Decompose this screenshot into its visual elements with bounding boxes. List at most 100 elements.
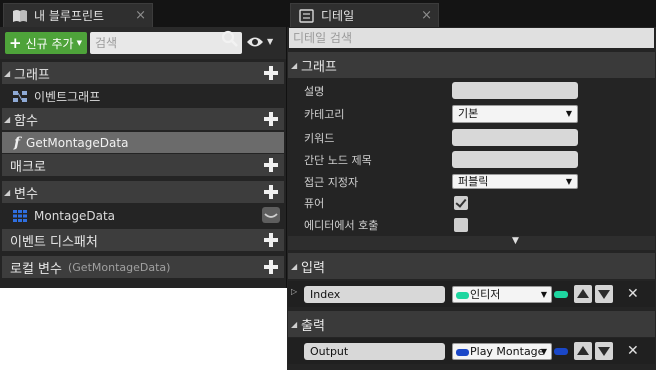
blueprint-search-input[interactable]: 검색 xyxy=(90,32,242,54)
event-dispatchers-section-header[interactable]: 이벤트 디스패처 xyxy=(2,229,284,251)
macros-section-header[interactable]: 매크로 xyxy=(2,154,284,176)
call-in-editor-label: 에디터에서 호출 xyxy=(304,219,379,232)
my-blueprint-tab[interactable]: 내 블루프린트 × xyxy=(3,3,153,27)
details-graph-section-label: 그래프 xyxy=(301,59,337,75)
category-combo[interactable]: 기본 ▼ xyxy=(452,105,578,123)
left-toolbar: + 신규 추가 ▼ 검색 ▼ xyxy=(0,27,286,59)
view-options-arrow-icon[interactable]: ▼ xyxy=(267,37,273,46)
advanced-expander[interactable]: ▼ xyxy=(288,236,655,250)
output-param-type-label: Play Montage xyxy=(470,345,545,358)
details-panel: 디테일 × 디테일 검색 ◢ 그래프 설명 카테고리 기본 ▼ 키워드 간단 노… xyxy=(287,0,656,370)
collapse-arrow-icon: ◢ xyxy=(4,68,11,78)
local-variables-scope: (GetMontageData) xyxy=(67,260,171,274)
collapse-arrow-icon: ◢ xyxy=(291,261,298,271)
output-param-type-combo[interactable]: Play Montage ▼ xyxy=(452,343,552,360)
move-up-button[interactable] xyxy=(574,342,592,360)
container-type-pill-icon[interactable] xyxy=(554,291,568,298)
add-graph-button[interactable] xyxy=(264,66,278,80)
details-graph-section-header[interactable]: ◢ 그래프 xyxy=(288,52,655,78)
my-blueprint-panel: 내 블루프린트 × + 신규 추가 ▼ 검색 ▼ ◢ 그래프 이벤트그래프 ◢ … xyxy=(0,0,287,288)
pure-label: 퓨어 xyxy=(304,197,325,210)
variables-section-header[interactable]: ◢ 변수 xyxy=(2,181,284,203)
add-new-button[interactable]: + 신규 추가 ▼ xyxy=(5,32,87,54)
keywords-row: 키워드 xyxy=(288,126,655,149)
dropdown-arrow-icon: ▼ xyxy=(540,290,547,299)
dropdown-arrow-icon: ▼ xyxy=(565,177,572,186)
close-icon[interactable]: × xyxy=(135,8,146,23)
expand-arrow-icon: ▼ xyxy=(512,236,519,246)
local-variables-section-label: 로컬 변수 xyxy=(10,261,62,277)
access-specifier-label: 접근 지정자 xyxy=(304,176,359,189)
description-label: 설명 xyxy=(304,85,325,98)
close-icon[interactable]: × xyxy=(421,8,432,23)
move-down-button[interactable] xyxy=(595,342,613,360)
left-tab-bar: 내 블루프린트 × xyxy=(0,0,287,27)
variables-section-label: 변수 xyxy=(14,186,38,202)
function-item-getmontagedata[interactable]: f GetMontageData xyxy=(2,132,284,153)
container-type-pill-icon[interactable] xyxy=(554,348,568,355)
visibility-toggle-icon[interactable] xyxy=(262,207,280,223)
category-label: 카테고리 xyxy=(304,108,345,121)
details-search-input[interactable]: 디테일 검색 xyxy=(289,28,654,48)
struct-type-pill-icon xyxy=(456,348,469,356)
add-event-dispatcher-button[interactable] xyxy=(264,233,278,247)
array-grid-icon xyxy=(13,209,27,222)
right-tab-bar: 디테일 × xyxy=(287,0,656,27)
variable-item-montagedata[interactable]: MontageData xyxy=(2,205,284,226)
functions-section-label: 함수 xyxy=(14,113,38,129)
integer-type-pill-icon xyxy=(456,291,469,299)
access-specifier-combo[interactable]: 퍼블릭 ▼ xyxy=(452,174,578,189)
eye-icon[interactable] xyxy=(246,36,264,48)
compact-title-input[interactable] xyxy=(452,151,578,168)
add-macro-button[interactable] xyxy=(264,158,278,172)
function-icon: f xyxy=(14,134,21,151)
functions-section-header[interactable]: ◢ 함수 xyxy=(2,108,284,130)
inputs-section-label: 입력 xyxy=(301,260,325,276)
input-param-type-combo[interactable]: 인티저 ▼ xyxy=(452,286,552,303)
inputs-section-header[interactable]: ◢ 입력 xyxy=(288,253,655,279)
description-row: 설명 xyxy=(288,79,655,102)
outputs-section-header[interactable]: ◢ 출력 xyxy=(288,311,655,337)
compact-title-row: 간단 노드 제목 xyxy=(288,148,655,171)
remove-input-button[interactable]: ✕ xyxy=(627,286,639,302)
details-tab-label: 디테일 xyxy=(321,9,355,23)
expand-arrow-icon[interactable]: ▷ xyxy=(291,287,297,296)
event-graph-item[interactable]: 이벤트그래프 xyxy=(2,86,284,107)
keywords-label: 키워드 xyxy=(304,132,335,145)
category-row: 카테고리 기본 ▼ xyxy=(288,102,655,125)
access-specifier-row: 접근 지정자 퍼블릭 ▼ xyxy=(288,170,655,193)
collapse-arrow-icon: ◢ xyxy=(291,60,298,70)
pure-checkbox[interactable] xyxy=(454,196,468,210)
keywords-input[interactable] xyxy=(452,129,578,146)
input-param-name-field[interactable]: Index xyxy=(304,286,445,303)
add-function-button[interactable] xyxy=(264,112,278,126)
event-graph-label: 이벤트그래프 xyxy=(34,90,101,104)
graph-section-label: 그래프 xyxy=(14,67,50,83)
move-down-button[interactable] xyxy=(595,285,613,303)
pure-row: 퓨어 xyxy=(288,191,655,214)
add-local-variable-button[interactable] xyxy=(264,260,278,274)
dropdown-arrow-icon: ▼ xyxy=(565,109,572,118)
move-up-button[interactable] xyxy=(574,285,592,303)
function-label: GetMontageData xyxy=(26,135,129,150)
dropdown-arrow-icon: ▼ xyxy=(76,39,82,47)
category-value: 기본 xyxy=(458,107,479,120)
dropdown-arrow-icon: ▼ xyxy=(540,347,547,356)
call-in-editor-checkbox[interactable] xyxy=(454,218,468,232)
collapse-arrow-icon: ◢ xyxy=(4,187,11,197)
add-variable-button[interactable] xyxy=(264,185,278,199)
description-input[interactable] xyxy=(452,82,578,99)
details-tab[interactable]: 디테일 × xyxy=(290,3,439,27)
search-icon[interactable] xyxy=(221,30,239,48)
output-param-row: Output Play Montage ▼ ✕ xyxy=(288,338,655,364)
remove-output-button[interactable]: ✕ xyxy=(627,343,639,359)
output-param-name-field[interactable]: Output xyxy=(304,343,445,360)
local-variables-section-header[interactable]: 로컬 변수 (GetMontageData) xyxy=(2,256,284,278)
plus-icon: + xyxy=(9,33,22,52)
compact-title-label: 간단 노드 제목 xyxy=(304,154,372,167)
outputs-section-label: 출력 xyxy=(301,318,325,334)
add-new-label: 신규 추가 xyxy=(25,36,74,51)
event-dispatchers-section-label: 이벤트 디스패처 xyxy=(10,234,98,250)
collapse-arrow-icon: ◢ xyxy=(291,319,298,329)
graph-section-header[interactable]: ◢ 그래프 xyxy=(2,62,284,84)
